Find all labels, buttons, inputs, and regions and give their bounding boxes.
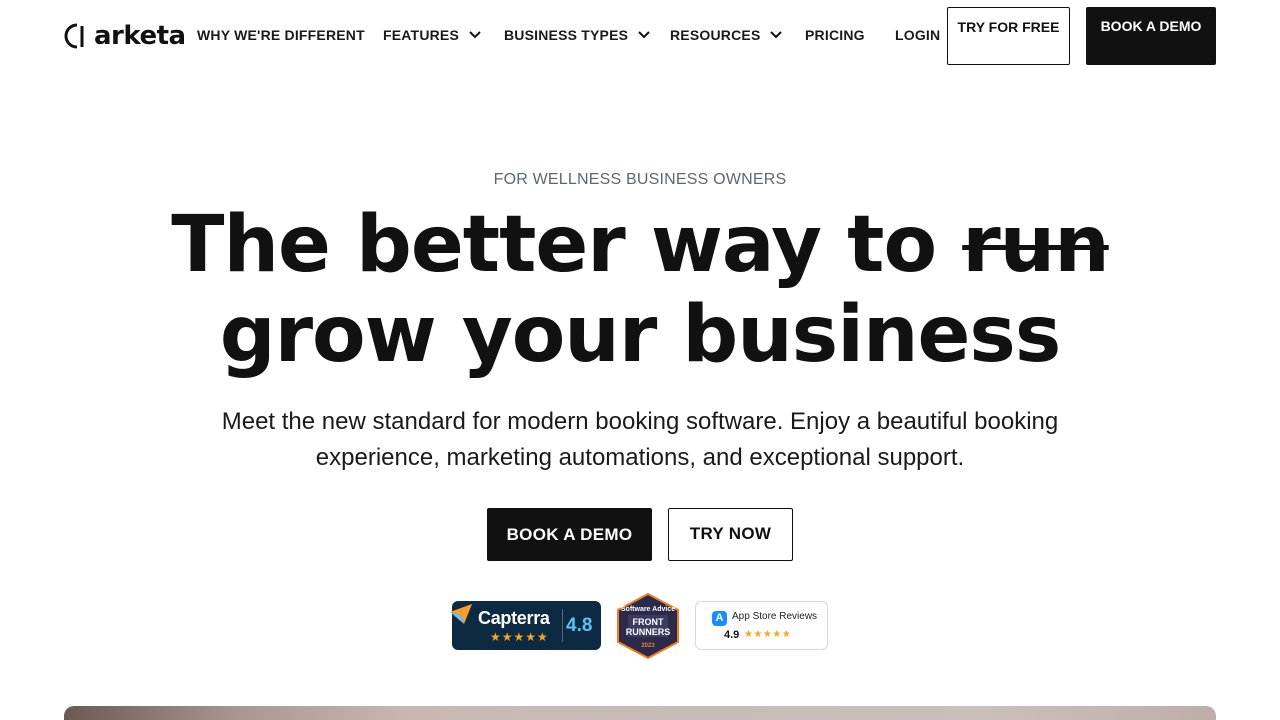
hero-headline: The better way to run grow your business [0,200,1280,380]
nav-why-different[interactable]: WHY WE'RE DIFFERENT [197,24,365,46]
app-store-score: 4.9 [724,629,740,641]
app-store-icon: A [712,611,727,626]
app-store-reviews-badge[interactable]: A App Store Reviews 4.9 ★★★★★ [695,601,828,650]
try-now-button[interactable]: TRY NOW [668,508,793,561]
headline-line2: grow your business [219,290,1061,380]
book-demo-button[interactable]: BOOK A DEMO [487,508,652,561]
hero-subtext: Meet the new standard for modern booking… [221,408,1059,471]
nav-label: WHY WE'RE DIFFERENT [197,27,365,43]
frontrunners-year: 2023 [641,643,655,649]
chevron-down-icon [469,31,481,39]
nav-resources[interactable]: RESOURCES [670,24,783,46]
try-for-free-button[interactable]: TRY FOR FREE [947,7,1070,65]
nav-features[interactable]: FEATURES [383,24,481,46]
star-icon: ★★★★★ [744,629,792,640]
hero-eyebrow: FOR WELLNESS BUSINESS OWNERS [493,171,787,188]
software-advice-label: Software Advice [620,606,676,613]
nav-label: PRICING [805,27,865,43]
chevron-down-icon [770,31,783,39]
app-store-label: App Store Reviews [732,611,818,622]
book-demo-header-button[interactable]: BOOK A DEMO [1086,7,1216,65]
arketa-logo[interactable]: arketa [64,21,186,51]
site-header: arketa WHY WE'RE DIFFERENT FEATURES BUSI… [0,0,1280,70]
capterra-badge[interactable]: Capterra ★★★★★ 4.8 [450,601,601,650]
headline-prefix: The better way to [171,200,937,290]
hero-image [64,706,1216,720]
frontrunners-line2: RUNNERS [625,627,671,637]
badge-divider [562,609,563,642]
star-icon: ★★★★★ [490,630,549,644]
software-advice-frontrunners-badge[interactable]: Software Advice FRONT RUNNERS 2023 [616,592,680,660]
headline-struck-word: run [962,200,1110,290]
capterra-arrow-icon [450,604,472,624]
nav-login[interactable]: LOGIN [895,24,940,46]
nav-label: LOGIN [895,27,941,43]
capterra-score: 4.8 [566,615,593,636]
nav-label: FEATURES [383,27,460,43]
nav-pricing[interactable]: PRICING [805,24,865,46]
capterra-name: Capterra [478,608,550,628]
frontrunners-line1: FRONT [632,617,664,627]
arketa-logo-icon [64,23,84,49]
nav-label: RESOURCES [670,27,761,43]
logo-text: arketa [94,21,186,51]
nav-business-types[interactable]: BUSINESS TYPES [504,24,650,46]
chevron-down-icon [638,31,650,39]
nav-label: BUSINESS TYPES [504,27,629,43]
